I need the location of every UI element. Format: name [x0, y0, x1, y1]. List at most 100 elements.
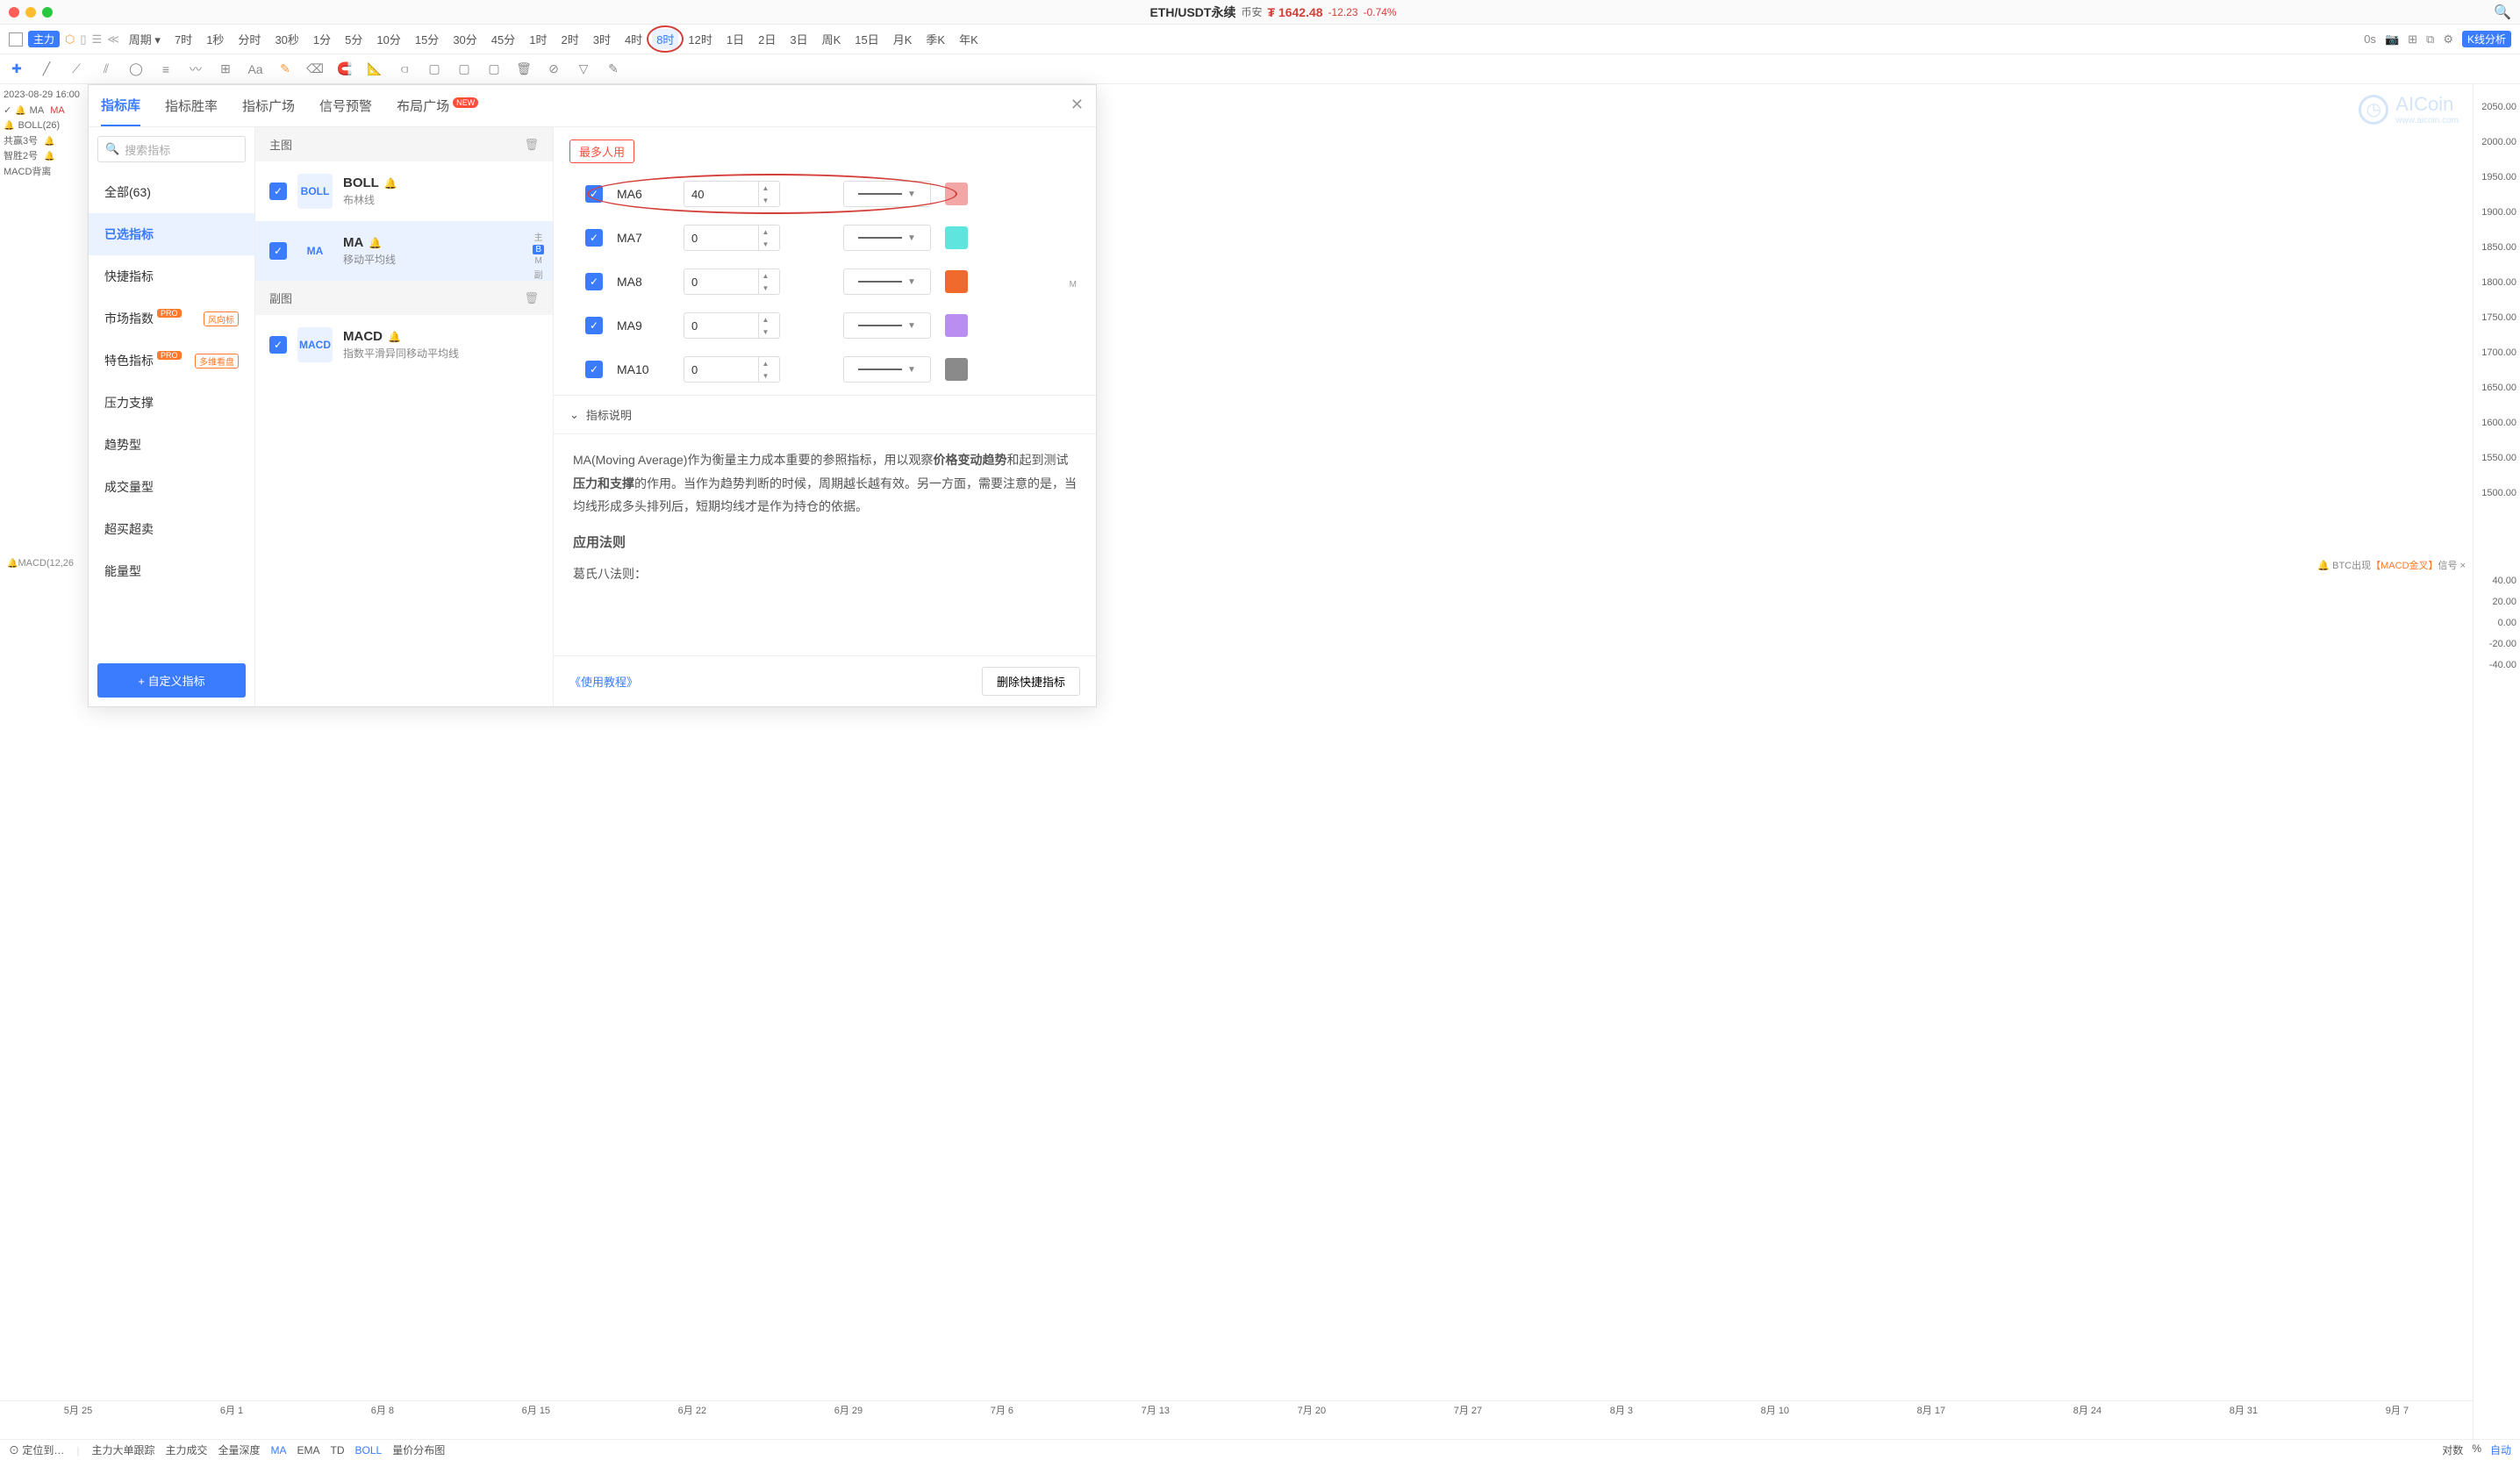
timeframe-7时[interactable]: 7时 — [170, 29, 197, 49]
timeframe-2时[interactable]: 2时 — [556, 29, 583, 49]
close-icon[interactable] — [9, 7, 19, 18]
tutorial-link[interactable]: 《使用教程》 — [569, 673, 638, 690]
timeframe-季K[interactable]: 季K — [921, 29, 949, 49]
timeframe-1日[interactable]: 1日 — [722, 29, 748, 49]
horiz-lines-icon[interactable]: ≡ — [158, 61, 174, 77]
timeframe-周K[interactable]: 周K — [818, 29, 846, 49]
ray-icon[interactable]: ⟋ — [68, 61, 84, 77]
timeframe-月K[interactable]: 月K — [889, 29, 917, 49]
color-swatch[interactable] — [945, 182, 968, 205]
checkbox-icon[interactable]: ✓ — [585, 229, 603, 247]
signal-notification[interactable]: 🔔 BTC出现【MACD金叉】信号 × — [2317, 558, 2466, 572]
modal-tab[interactable]: 信号预警 — [319, 86, 372, 125]
status-item[interactable]: 量价分布图 — [392, 1444, 445, 1456]
param-input[interactable]: 0▲▼ — [684, 268, 780, 295]
status-item[interactable]: MA — [271, 1444, 287, 1456]
timeframe-12时[interactable]: 12时 — [684, 29, 716, 49]
modal-tab[interactable]: 指标胜率 — [165, 86, 218, 125]
rect-icon[interactable]: ⊞ — [218, 61, 233, 77]
category-item[interactable]: 已选指标 — [89, 213, 254, 255]
line-style-select[interactable]: ▼ — [843, 312, 931, 339]
checkbox-icon[interactable]: ✓ — [269, 336, 287, 354]
color-swatch[interactable] — [945, 314, 968, 337]
zero-s[interactable]: 0s — [2364, 32, 2376, 46]
category-item[interactable]: 全部(63) — [89, 171, 254, 213]
category-item[interactable]: 超买超卖 — [89, 508, 254, 550]
locate-button[interactable]: ⊙ 定位到… — [9, 1442, 64, 1457]
color-swatch[interactable] — [945, 270, 968, 293]
timeframe-1时[interactable]: 1时 — [525, 29, 551, 49]
category-item[interactable]: 能量型 — [89, 550, 254, 592]
category-item[interactable]: 快捷指标 — [89, 255, 254, 297]
maximize-icon[interactable] — [42, 7, 53, 18]
primary-badge[interactable]: 主力 — [28, 31, 60, 47]
timeframe-2日[interactable]: 2日 — [754, 29, 780, 49]
line-style-select[interactable]: ▼ — [843, 181, 931, 207]
link-icon[interactable]: ⊘ — [546, 61, 562, 77]
copy-icon[interactable]: ⧉ — [2426, 32, 2434, 47]
parallel-icon[interactable]: ⫽ — [98, 61, 114, 77]
color-swatch[interactable] — [945, 358, 968, 381]
status-item[interactable]: TD — [331, 1444, 345, 1456]
status-item[interactable]: BOLL — [355, 1444, 383, 1456]
filter-icon[interactable]: ▽ — [576, 61, 591, 77]
description-toggle[interactable]: ⌄ 指标说明 — [554, 395, 1096, 434]
list-icon[interactable]: ☰ — [92, 32, 103, 47]
category-item[interactable]: 压力支撑 — [89, 382, 254, 424]
period-dropdown[interactable]: 周期 ▾ — [125, 29, 165, 49]
checkbox-icon[interactable]: ✓ — [269, 182, 287, 200]
magnet-icon[interactable]: 🧲 — [337, 61, 353, 77]
search-icon[interactable]: 🔍 — [2494, 4, 2511, 21]
timeframe-1秒[interactable]: 1秒 — [202, 29, 228, 49]
minimize-icon[interactable] — [25, 7, 36, 18]
layout-icon[interactable] — [9, 32, 23, 47]
line-style-select[interactable]: ▼ — [843, 356, 931, 383]
brush-icon[interactable]: ✎ — [277, 61, 293, 77]
box1-icon[interactable]: ▢ — [426, 61, 442, 77]
calendar-icon[interactable]: ▯ — [80, 32, 86, 47]
trend-line-icon[interactable]: ╱ — [39, 61, 54, 77]
ellipse-icon[interactable]: ◯ — [128, 61, 144, 77]
custom-indicator-button[interactable]: + 自定义指标 — [97, 663, 246, 698]
color-swatch[interactable] — [945, 226, 968, 249]
timeframe-8时[interactable]: 8时 — [652, 29, 678, 49]
category-item[interactable]: 特色指标PRO多维看盘 — [89, 340, 254, 382]
checkbox-icon[interactable]: ✓ — [585, 185, 603, 203]
timeframe-30分[interactable]: 30分 — [448, 29, 481, 49]
timeframe-3日[interactable]: 3日 — [785, 29, 812, 49]
timeframe-1分[interactable]: 1分 — [309, 29, 335, 49]
delete-shortcut-button[interactable]: 删除快捷指标 — [982, 667, 1080, 696]
indicator-row-boll[interactable]: ✓BOLLBOLL 🔔布林线 — [255, 161, 553, 221]
modal-tab[interactable]: 布局广场NEW — [397, 86, 478, 125]
note-icon[interactable]: ✎ — [605, 61, 621, 77]
camera-icon[interactable]: 📷 — [2385, 32, 2399, 47]
pct-scale[interactable]: % — [2472, 1442, 2481, 1457]
indicator-row-macd[interactable]: ✓MACDMACD 🔔指数平滑异同移动平均线 — [255, 315, 553, 375]
settings-icon[interactable]: ⚙ — [2443, 32, 2453, 47]
status-item[interactable]: 主力成交 — [166, 1444, 208, 1456]
checkbox-icon[interactable]: ✓ — [585, 273, 603, 290]
timeframe-年K[interactable]: 年K — [955, 29, 983, 49]
param-input[interactable]: 40▲▼ — [684, 181, 780, 207]
auto-scale[interactable]: 自动 — [2490, 1442, 2511, 1457]
timeframe-5分[interactable]: 5分 — [340, 29, 367, 49]
timeframe-15日[interactable]: 15日 — [850, 29, 883, 49]
log-scale[interactable]: 对数 — [2442, 1442, 2463, 1457]
status-item[interactable]: 全量深度 — [218, 1444, 261, 1456]
param-input[interactable]: 0▲▼ — [684, 225, 780, 251]
hex-icon[interactable]: ⬡ — [65, 32, 75, 47]
param-input[interactable]: 0▲▼ — [684, 356, 780, 383]
rewind-icon[interactable]: ≪ — [107, 32, 119, 47]
trash-icon[interactable]: 🗑 — [524, 291, 539, 305]
timeframe-10分[interactable]: 10分 — [372, 29, 404, 49]
candle-icon[interactable]: ⫏ — [397, 61, 412, 77]
modal-tab[interactable]: 指标库 — [101, 85, 140, 126]
kline-analysis-button[interactable]: K线分析 — [2462, 31, 2511, 47]
modal-tab[interactable]: 指标广场 — [242, 86, 295, 125]
trash-icon[interactable]: 🗑 — [516, 61, 532, 77]
close-icon[interactable]: ✕ — [1070, 96, 1084, 114]
eraser-icon[interactable]: ⌫ — [307, 61, 323, 77]
param-input[interactable]: 0▲▼ — [684, 312, 780, 339]
checkbox-icon[interactable]: ✓ — [585, 361, 603, 378]
timeframe-30秒[interactable]: 30秒 — [270, 29, 303, 49]
